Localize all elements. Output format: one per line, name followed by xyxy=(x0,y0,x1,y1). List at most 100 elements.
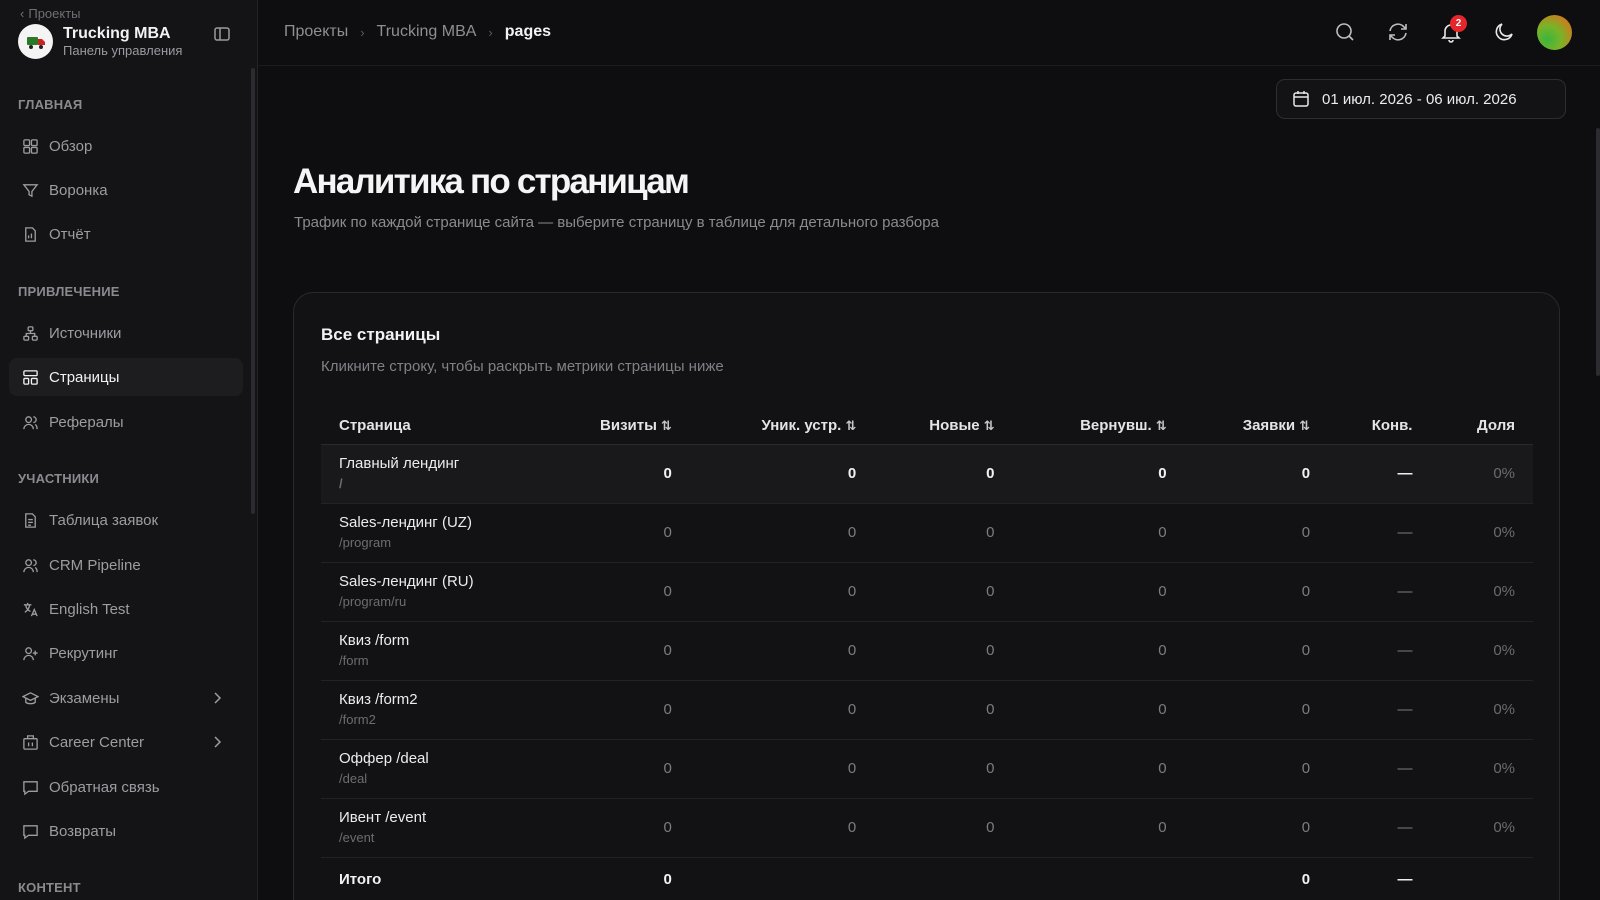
sidebar-item-crm-pipeline[interactable]: CRM Pipeline xyxy=(9,546,243,584)
sort-icon: ⇅ xyxy=(660,417,672,433)
page-description: Трафик по каждой странице сайта — выбери… xyxy=(294,214,939,231)
section-acquisition: ПРИВЛЕЧЕНИЕ xyxy=(18,284,120,299)
column-header-returning[interactable]: Вернувш. ⇅ xyxy=(1012,407,1185,445)
user-plus-icon xyxy=(23,646,38,660)
pages-table: Страница Визиты ⇅ Уник. устр. ⇅ Новые ⇅ Вер… xyxy=(321,407,1533,900)
brand-title: Trucking MBA xyxy=(63,25,171,42)
table-row[interactable]: Квиз /form/form 0 0 0 0 0—0% xyxy=(321,621,1533,681)
refresh-icon[interactable] xyxy=(1386,20,1410,44)
new-cell: 0 xyxy=(874,680,1013,740)
sidebar-item-refunds[interactable]: Возвраты xyxy=(9,812,243,850)
page-path: /form2 xyxy=(339,712,376,727)
sidebar-item-label: CRM Pipeline xyxy=(49,556,141,574)
column-header-unique-devices[interactable]: Уник. устр. ⇅ xyxy=(689,407,875,445)
sidebar-item-career-center[interactable]: Career Center xyxy=(9,723,243,761)
sidebar-item-sources[interactable]: Источники xyxy=(9,314,243,352)
back-to-projects-link[interactable]: ‹ Проекты xyxy=(20,6,81,21)
chevron-left-icon: ‹ xyxy=(20,6,25,21)
sidebar-item-label: Обратная связь xyxy=(49,778,160,796)
leads-cell: 0 xyxy=(1184,680,1329,740)
breadcrumb: Проекты › Trucking MBA › pages xyxy=(284,23,551,41)
conversion-cell: — xyxy=(1328,739,1431,799)
visits-cell: 0 xyxy=(566,798,690,858)
avatar[interactable] xyxy=(1537,15,1572,50)
leads-cell: 0 xyxy=(1184,739,1329,799)
search-icon[interactable] xyxy=(1333,20,1357,44)
report-icon xyxy=(25,226,36,242)
sidebar-toggle-icon[interactable] xyxy=(212,24,232,44)
page-cell: Главный лендинг / xyxy=(321,444,567,504)
page-name: Ивент /event xyxy=(339,809,427,826)
sidebar-item-report[interactable]: Отчёт xyxy=(9,215,243,253)
new-cell: 0 xyxy=(874,739,1013,799)
total-label: Итого xyxy=(339,870,382,888)
sidebar-item-feedback[interactable]: Обратная связь xyxy=(9,768,243,806)
breadcrumb-projects[interactable]: Проекты xyxy=(284,23,348,41)
unique-devices-cell: 0 xyxy=(689,562,875,622)
conversion-cell: — xyxy=(1328,562,1431,622)
page-path: /event xyxy=(339,830,375,845)
sidebar-item-funnel[interactable]: Воронка xyxy=(9,171,243,209)
column-header-new[interactable]: Новые ⇅ xyxy=(874,407,1013,445)
unique-devices-cell: 0 xyxy=(689,798,875,858)
unique-devices-cell: 0 xyxy=(689,444,875,504)
share-cell: 0% xyxy=(1430,562,1533,622)
sidebar-item-overview[interactable]: Обзор xyxy=(9,127,243,165)
sidebar-item-label: Рекрутинг xyxy=(49,644,118,662)
new-cell: 0 xyxy=(874,503,1013,563)
visits-cell: 0 xyxy=(566,680,690,740)
sidebar-item-pages[interactable]: Страницы xyxy=(9,358,243,396)
sidebar-item-exams[interactable]: Экзамены xyxy=(9,679,243,717)
page-cell: Квиз /form/form xyxy=(321,621,567,681)
new-cell: 0 xyxy=(874,562,1013,622)
returning-cell: 0 xyxy=(1012,562,1185,622)
grid-icon xyxy=(23,138,38,154)
sidebar-item-label: Отчёт xyxy=(49,225,91,243)
total-leads: 0 xyxy=(1301,870,1311,888)
sidebar-item-label: Страницы xyxy=(49,368,120,386)
page-cell: Оффер /deal/deal xyxy=(321,739,567,799)
sidebar-item-recruiting[interactable]: Рекрутинг xyxy=(9,634,243,672)
table-row[interactable]: Ивент /event/event 0 0 0 0 0—0% xyxy=(321,798,1533,858)
table-row[interactable]: Оффер /deal/deal 0 0 0 0 0—0% xyxy=(321,739,1533,799)
moon-icon[interactable] xyxy=(1492,20,1516,44)
sort-icon: ⇅ xyxy=(845,417,857,433)
sidebar-scrollbar[interactable] xyxy=(251,68,255,514)
sidebar-item-label: Таблица заявок xyxy=(49,511,159,529)
chevron-right-icon: › xyxy=(488,24,493,40)
translate-icon xyxy=(23,602,38,616)
table-row[interactable]: Sales-лендинг (UZ)/program 0 0 0 0 0—0% xyxy=(321,503,1533,563)
visits-cell: 0 xyxy=(566,621,690,681)
date-range-picker[interactable]: 01 июл. 2026 - 06 июл. 2026 xyxy=(1276,79,1566,119)
section-main: ГЛАВНАЯ xyxy=(18,97,83,112)
message-icon xyxy=(23,780,38,795)
sidebar-item-applications-table[interactable]: Таблица заявок xyxy=(9,501,243,539)
main-scrollbar[interactable] xyxy=(1596,128,1600,376)
calendar-icon xyxy=(1293,91,1309,107)
table-row[interactable]: Квиз /form2/form2 0 0 0 0 0—0% xyxy=(321,680,1533,740)
main-content: Проекты › Trucking MBA › pages 2 01 июл.… xyxy=(258,0,1600,900)
breadcrumb-project[interactable]: Trucking MBA xyxy=(377,23,477,41)
project-brand[interactable]: Trucking MBA Панель управления xyxy=(18,24,182,59)
page-name: Главный лендинг xyxy=(339,455,460,472)
column-header-conversion: Конв. xyxy=(1328,407,1431,445)
leads-cell: 0 xyxy=(1184,444,1329,504)
sidebar-item-english-test[interactable]: English Test xyxy=(9,590,243,628)
visits-cell: 0 xyxy=(566,503,690,563)
table-row[interactable]: Главный лендинг/0 0 0 0 0—0% xyxy=(321,444,1533,504)
column-header-visits[interactable]: Визиты ⇅ xyxy=(566,407,690,445)
page-path: /deal xyxy=(339,771,368,786)
total-conversion: — xyxy=(1397,870,1413,888)
sidebar-item-referrals[interactable]: Рефералы xyxy=(9,403,243,441)
sidebar-item-label: Источники xyxy=(49,324,122,342)
column-header-leads[interactable]: Заявки ⇅ xyxy=(1184,407,1329,445)
page-path: / xyxy=(339,476,343,491)
returning-cell: 0 xyxy=(1012,621,1185,681)
sort-icon: ⇅ xyxy=(1155,417,1167,433)
table-row[interactable]: Sales-лендинг (RU)/program/ru 0 0 0 0 0—0% xyxy=(321,562,1533,622)
sidebar-item-label: English Test xyxy=(49,600,130,618)
funnel-icon xyxy=(22,183,39,197)
chevron-right-icon xyxy=(214,736,222,748)
page-name: Квиз /form2 xyxy=(339,691,418,708)
page-cell: Ивент /event/event xyxy=(321,798,567,858)
